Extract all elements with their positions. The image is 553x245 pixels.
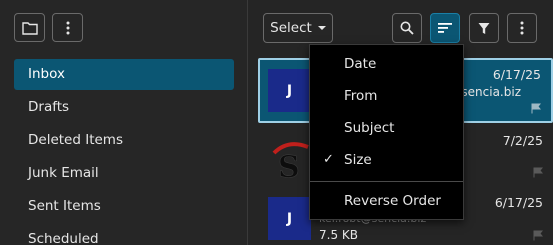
message-size: 7.5 KB xyxy=(319,228,358,242)
sidebar: Inbox Drafts Deleted Items Junk Email Se… xyxy=(0,0,248,245)
avatar: J xyxy=(268,197,311,240)
more-options-button[interactable] xyxy=(52,13,83,42)
flag-icon[interactable] xyxy=(533,230,543,241)
folder-item-junk-email[interactable]: Junk Email xyxy=(14,158,234,189)
sort-menu-item-from[interactable]: From xyxy=(310,80,463,112)
sort-menu-item-label: Subject xyxy=(344,120,395,136)
avatar: J xyxy=(268,69,311,112)
avatar-initial: J xyxy=(286,82,293,99)
sort-menu-item-date[interactable]: Date xyxy=(310,48,463,80)
sort-menu-item-size[interactable]: ✓ Size xyxy=(310,144,463,176)
filter-button[interactable] xyxy=(469,13,499,43)
message-date: 6/17/25 xyxy=(492,67,541,82)
folder-list: Inbox Drafts Deleted Items Junk Email Se… xyxy=(14,59,234,245)
folder-button[interactable] xyxy=(14,13,45,42)
sort-icon xyxy=(438,23,452,33)
list-more-options-button[interactable] xyxy=(507,13,537,43)
vertical-ellipsis-icon xyxy=(66,21,69,34)
message-date: 6/17/25 xyxy=(494,195,543,210)
folder-item-drafts[interactable]: Drafts xyxy=(14,92,234,123)
select-button-label: Select xyxy=(270,20,312,36)
flag-icon[interactable] xyxy=(533,167,543,178)
folder-item-deleted-items[interactable]: Deleted Items xyxy=(14,125,234,156)
flag-icon[interactable] xyxy=(531,103,541,114)
sort-menu-item-subject[interactable]: Subject xyxy=(310,112,463,144)
checkmark-icon: ✓ xyxy=(323,152,334,167)
folder-item-sent-items[interactable]: Sent Items xyxy=(14,191,234,222)
sort-menu-item-label: Date xyxy=(344,56,377,72)
search-icon xyxy=(400,21,414,35)
svg-text:S: S xyxy=(278,150,300,181)
sort-menu-item-label: Reverse Order xyxy=(344,193,441,209)
sort-menu-item-label: From xyxy=(344,88,378,104)
select-button[interactable]: Select xyxy=(263,13,333,43)
avatar-initial: J xyxy=(286,210,293,227)
search-button[interactable] xyxy=(392,13,422,43)
folder-item-scheduled[interactable]: Scheduled xyxy=(14,224,234,245)
folder-icon xyxy=(21,21,38,35)
vertical-ellipsis-icon xyxy=(520,21,524,35)
folder-item-inbox[interactable]: Inbox xyxy=(14,59,234,90)
sort-menu: Date From Subject ✓ Size Reverse Order xyxy=(309,44,464,220)
sort-button[interactable] xyxy=(430,13,460,43)
menu-divider xyxy=(310,181,463,182)
chevron-down-icon xyxy=(317,26,326,30)
sort-menu-item-label: Size xyxy=(344,152,372,168)
filter-icon xyxy=(478,22,490,34)
message-date: 7/2/25 xyxy=(502,133,543,148)
mail-app: Inbox Drafts Deleted Items Junk Email Se… xyxy=(0,0,553,245)
sort-menu-item-reverse-order[interactable]: Reverse Order xyxy=(310,185,463,217)
